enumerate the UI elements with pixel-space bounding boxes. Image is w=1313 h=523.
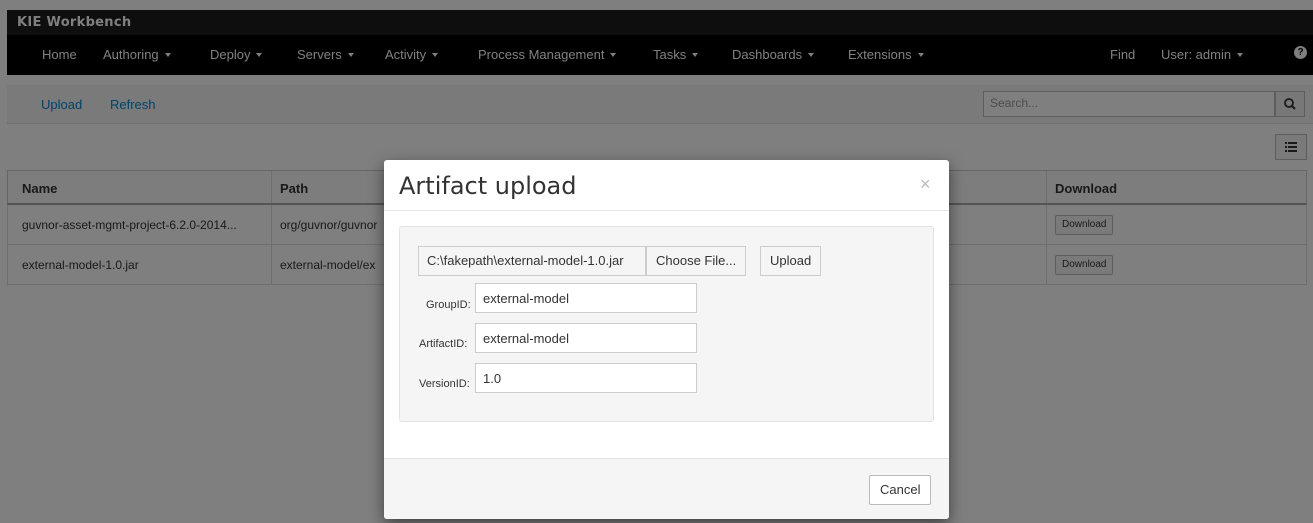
version-id-label: VersionID: [419,378,470,390]
modal-header: Artifact upload × [384,160,949,211]
artifact-id-label: ArtifactID: [419,338,468,350]
group-id-label: GroupID: [426,299,471,311]
upload-button[interactable]: Upload [760,246,822,276]
modal-footer: Cancel [384,458,949,519]
upload-form: C:\fakepath\external-model-1.0.jar Choos… [399,226,934,422]
group-id-input[interactable] [475,283,697,313]
artifact-upload-dialog: Artifact upload × C:\fakepath\external-m… [384,160,949,519]
artifact-id-input[interactable] [475,323,697,353]
choose-file-button[interactable]: Choose File... [646,246,747,276]
cancel-button[interactable]: Cancel [869,475,932,505]
version-id-input[interactable] [475,363,697,393]
modal-title: Artifact upload [399,172,577,200]
file-path-field[interactable]: C:\fakepath\external-model-1.0.jar [418,246,646,276]
close-icon[interactable]: × [920,174,931,195]
